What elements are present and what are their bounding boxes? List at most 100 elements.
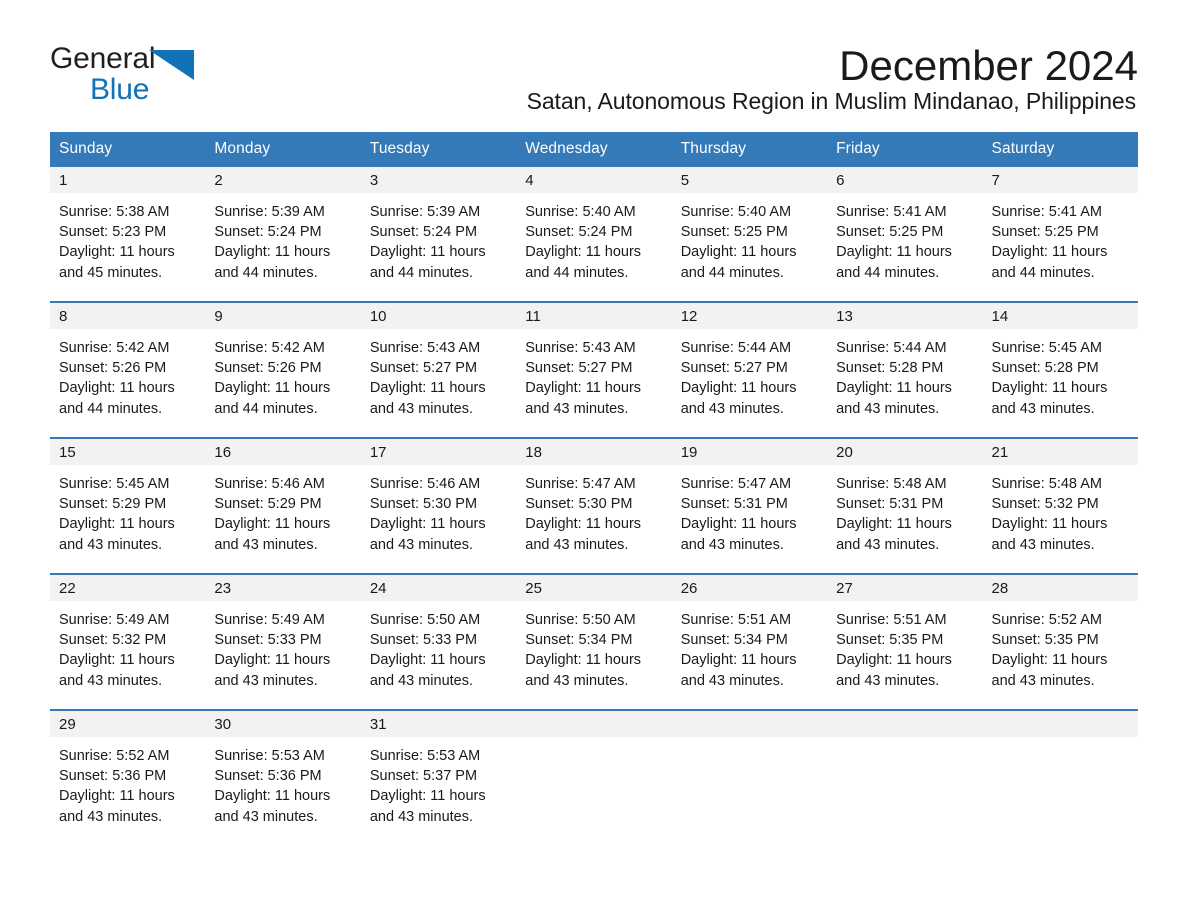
sunset-text: Sunset: 5:29 PM [59, 496, 167, 513]
day-details: Sunrise: 5:47 AM Sunset: 5:30 PM Dayligh… [516, 465, 671, 573]
day-cell[interactable]: 18 Sunrise: 5:47 AM Sunset: 5:30 PM Dayl… [516, 437, 672, 574]
day-number: 26 [671, 575, 828, 601]
day-details: Sunrise: 5:50 AM Sunset: 5:34 PM Dayligh… [516, 601, 671, 709]
day-cell[interactable]: 11 Sunrise: 5:43 AM Sunset: 5:27 PM Dayl… [516, 301, 672, 438]
sunrise-text: Sunrise: 5:45 AM [991, 340, 1102, 356]
daylight-text-line1: Daylight: 11 hours [836, 380, 952, 397]
day-cell[interactable]: 1 Sunrise: 5:38 AM Sunset: 5:23 PM Dayli… [50, 167, 206, 302]
daylight-text-line2: and 43 minutes. [59, 808, 163, 825]
sunrise-text: Sunrise: 5:42 AM [214, 340, 325, 356]
daylight-text-line2: and 44 minutes. [836, 264, 940, 281]
day-cell[interactable]: 6 Sunrise: 5:41 AM Sunset: 5:25 PM Dayli… [827, 167, 983, 302]
day-cell-empty [827, 709, 983, 845]
daylight-text-line1: Daylight: 11 hours [369, 788, 486, 805]
day-cell[interactable]: 24 Sunrise: 5:50 AM Sunset: 5:33 PM Dayl… [360, 573, 517, 710]
daylight-text-line1: Daylight: 11 hours [59, 380, 175, 397]
weekday-header-tuesday: Tuesday [360, 132, 517, 167]
day-cell[interactable]: 23 Sunrise: 5:49 AM Sunset: 5:33 PM Dayl… [205, 573, 361, 710]
day-cell[interactable]: 3 Sunrise: 5:39 AM Sunset: 5:24 PM Dayli… [360, 167, 517, 302]
daylight-text-line1: Daylight: 11 hours [214, 516, 331, 533]
day-number: 16 [205, 439, 361, 465]
day-cell[interactable]: 15 Sunrise: 5:45 AM Sunset: 5:29 PM Dayl… [50, 437, 206, 574]
daylight-text-line2: and 44 minutes. [991, 264, 1095, 281]
day-cell[interactable]: 30 Sunrise: 5:53 AM Sunset: 5:36 PM Dayl… [205, 709, 361, 845]
daylight-text-line2: and 44 minutes. [214, 264, 318, 281]
day-cell[interactable]: 31 Sunrise: 5:53 AM Sunset: 5:37 PM Dayl… [360, 709, 517, 845]
day-cell[interactable]: 22 Sunrise: 5:49 AM Sunset: 5:32 PM Dayl… [50, 573, 206, 710]
calendar-body: 1 Sunrise: 5:38 AM Sunset: 5:23 PM Dayli… [50, 167, 1138, 845]
day-cell[interactable]: 5 Sunrise: 5:40 AM Sunset: 5:25 PM Dayli… [671, 167, 828, 302]
daylight-text-line1: Daylight: 11 hours [59, 244, 175, 261]
daylight-text-line2: and 43 minutes. [369, 808, 474, 825]
sunset-text: Sunset: 5:24 PM [369, 224, 478, 241]
day-cell[interactable]: 19 Sunrise: 5:47 AM Sunset: 5:31 PM Dayl… [671, 437, 828, 574]
day-cell[interactable]: 29 Sunrise: 5:52 AM Sunset: 5:36 PM Dayl… [50, 709, 206, 845]
daylight-text-line1: Daylight: 11 hours [214, 380, 331, 397]
day-cell[interactable]: 10 Sunrise: 5:43 AM Sunset: 5:27 PM Dayl… [360, 301, 517, 438]
day-cell[interactable]: 21 Sunrise: 5:48 AM Sunset: 5:32 PM Dayl… [982, 437, 1138, 574]
day-details: Sunrise: 5:47 AM Sunset: 5:31 PM Dayligh… [672, 465, 827, 573]
day-number: 30 [205, 711, 361, 737]
daylight-text-line2: and 43 minutes. [836, 672, 940, 689]
day-cell[interactable]: 2 Sunrise: 5:39 AM Sunset: 5:24 PM Dayli… [205, 167, 361, 302]
daylight-text-line2: and 43 minutes. [991, 672, 1095, 689]
day-cell[interactable]: 27 Sunrise: 5:51 AM Sunset: 5:35 PM Dayl… [827, 573, 983, 710]
daylight-text-line1: Daylight: 11 hours [836, 244, 952, 261]
sunset-text: Sunset: 5:36 PM [59, 768, 167, 785]
daylight-text-line2: and 44 minutes. [525, 264, 629, 281]
day-details [672, 737, 827, 845]
sunrise-text: Sunrise: 5:49 AM [214, 612, 325, 628]
daylight-text-line2: and 43 minutes. [680, 672, 784, 689]
daylight-text-line1: Daylight: 11 hours [214, 652, 331, 669]
day-details: Sunrise: 5:51 AM Sunset: 5:34 PM Dayligh… [672, 601, 827, 709]
day-cell[interactable]: 13 Sunrise: 5:44 AM Sunset: 5:28 PM Dayl… [827, 301, 983, 438]
day-number: 1 [50, 167, 206, 193]
daylight-text-line2: and 43 minutes. [369, 400, 474, 417]
sunrise-text: Sunrise: 5:53 AM [214, 748, 325, 764]
page-header: General Blue December 2024 [50, 0, 1138, 105]
daylight-text-line1: Daylight: 11 hours [59, 516, 175, 533]
day-cell[interactable]: 16 Sunrise: 5:46 AM Sunset: 5:29 PM Dayl… [205, 437, 361, 574]
day-number: 24 [360, 575, 517, 601]
daylight-text-line1: Daylight: 11 hours [369, 516, 486, 533]
day-cell[interactable]: 9 Sunrise: 5:42 AM Sunset: 5:26 PM Dayli… [205, 301, 361, 438]
sunrise-text: Sunrise: 5:50 AM [369, 612, 481, 628]
day-cell[interactable]: 20 Sunrise: 5:48 AM Sunset: 5:31 PM Dayl… [827, 437, 983, 574]
day-details: Sunrise: 5:53 AM Sunset: 5:36 PM Dayligh… [205, 737, 360, 845]
day-cell[interactable]: 8 Sunrise: 5:42 AM Sunset: 5:26 PM Dayli… [50, 301, 206, 438]
sunrise-text: Sunrise: 5:51 AM [836, 612, 947, 628]
day-cell[interactable]: 28 Sunrise: 5:52 AM Sunset: 5:35 PM Dayl… [982, 573, 1138, 710]
daylight-text-line2: and 43 minutes. [59, 536, 163, 553]
day-cell[interactable]: 25 Sunrise: 5:50 AM Sunset: 5:34 PM Dayl… [516, 573, 672, 710]
sunset-text: Sunset: 5:26 PM [59, 360, 167, 377]
logo-text-blue: Blue [90, 73, 150, 106]
day-details: Sunrise: 5:48 AM Sunset: 5:32 PM Dayligh… [983, 465, 1138, 573]
day-cell[interactable]: 26 Sunrise: 5:51 AM Sunset: 5:34 PM Dayl… [671, 573, 828, 710]
daylight-text-line2: and 43 minutes. [59, 672, 163, 689]
daylight-text-line2: and 43 minutes. [525, 536, 629, 553]
day-cell[interactable]: 14 Sunrise: 5:45 AM Sunset: 5:28 PM Dayl… [982, 301, 1138, 438]
sunset-text: Sunset: 5:27 PM [369, 360, 478, 377]
day-cell[interactable]: 4 Sunrise: 5:40 AM Sunset: 5:24 PM Dayli… [516, 167, 672, 302]
sunset-text: Sunset: 5:25 PM [680, 224, 788, 241]
daylight-text-line2: and 44 minutes. [680, 264, 784, 281]
day-cell[interactable]: 12 Sunrise: 5:44 AM Sunset: 5:27 PM Dayl… [671, 301, 828, 438]
daylight-text-line2: and 43 minutes. [991, 400, 1095, 417]
day-details: Sunrise: 5:39 AM Sunset: 5:24 PM Dayligh… [361, 193, 516, 301]
weekday-header-wednesday: Wednesday [516, 132, 672, 167]
day-details: Sunrise: 5:51 AM Sunset: 5:35 PM Dayligh… [827, 601, 982, 709]
sunset-text: Sunset: 5:35 PM [836, 632, 944, 649]
general-blue-logo: General Blue [50, 42, 200, 106]
day-details: Sunrise: 5:42 AM Sunset: 5:26 PM Dayligh… [50, 329, 205, 437]
day-number: 2 [205, 167, 361, 193]
day-cell[interactable]: 17 Sunrise: 5:46 AM Sunset: 5:30 PM Dayl… [360, 437, 517, 574]
sunset-text: Sunset: 5:32 PM [991, 496, 1099, 513]
sunset-text: Sunset: 5:30 PM [525, 496, 633, 513]
day-cell-empty [516, 709, 672, 845]
day-number [516, 711, 672, 737]
day-cell[interactable]: 7 Sunrise: 5:41 AM Sunset: 5:25 PM Dayli… [982, 167, 1138, 302]
calendar-week-row: 1 Sunrise: 5:38 AM Sunset: 5:23 PM Dayli… [50, 167, 1138, 302]
sunrise-text: Sunrise: 5:42 AM [59, 340, 170, 356]
day-details: Sunrise: 5:46 AM Sunset: 5:30 PM Dayligh… [361, 465, 516, 573]
daylight-text-line1: Daylight: 11 hours [836, 652, 952, 669]
